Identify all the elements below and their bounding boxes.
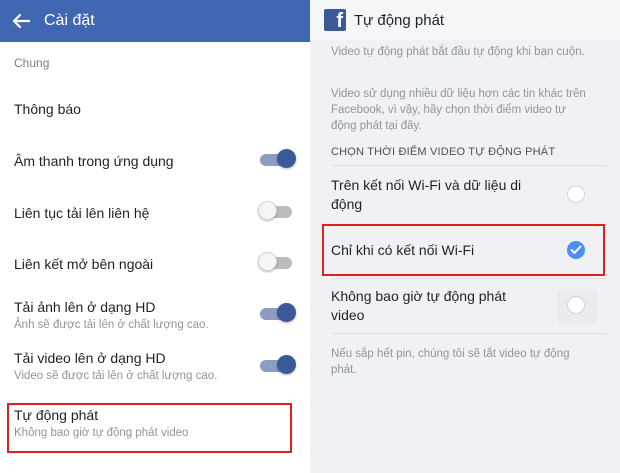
external-links-toggle[interactable] (258, 252, 294, 271)
setting-in-app-sound[interactable]: Âm thanh trong ứng dụng (14, 153, 296, 169)
setting-title: Tải ảnh lên ở dạng HD (14, 299, 156, 315)
setting-title: Âm thanh trong ứng dụng (14, 153, 174, 169)
divider (331, 278, 606, 279)
in-app-sound-toggle[interactable] (260, 149, 296, 168)
upload-photos-hd-toggle[interactable] (260, 303, 296, 322)
setting-notifications[interactable]: Thông báo (14, 101, 296, 117)
setting-upload-photos-hd[interactable]: Tải ảnh lên ở dạng HD Ảnh sẽ được tải lê… (14, 299, 296, 331)
upload-videos-hd-toggle[interactable] (260, 355, 296, 374)
option-never-autoplay[interactable]: Không bao giờ tự động phát video (331, 287, 531, 325)
highlight-box-autoplay (7, 403, 292, 453)
option-wifi-and-mobile[interactable]: Trên kết nối Wi-Fi và dữ liệu di động (331, 176, 531, 214)
setting-title: Thông báo (14, 101, 81, 117)
autoplay-title: Tự động phát (354, 11, 445, 29)
setting-upload-videos-hd[interactable]: Tải video lên ở dạng HD Video sẽ được tả… (14, 350, 296, 382)
radio-never-autoplay[interactable] (567, 296, 585, 314)
autoplay-panel: f Tự động phát Video tự động phát bắt đầ… (310, 0, 620, 473)
settings-title: Cài đặt (44, 12, 95, 29)
data-usage-description: Video sử dụng nhiều dữ liệu hơn các tin … (331, 88, 586, 132)
settings-header: Cài đặt (0, 0, 310, 42)
settings-panel: Cài đặt Chung Thông báo Âm thanh trong ứ… (0, 0, 310, 473)
autoplay-header: f Tự động phát (310, 0, 620, 40)
radio-wifi-and-mobile[interactable] (567, 185, 585, 203)
setting-subtitle: Ảnh sẽ được tải lên ở chất lượng cao. (14, 319, 209, 331)
battery-note: Nếu sắp hết pin, chúng tôi sẽ tắt video … (331, 348, 570, 376)
section-label-general: Chung (14, 56, 50, 70)
setting-continuous-contacts-upload[interactable]: Liên tục tải lên liên hệ (14, 205, 296, 221)
facebook-logo-icon: f (324, 9, 346, 31)
setting-external-links[interactable]: Liên kết mở bên ngoài (14, 256, 296, 272)
setting-subtitle: Video sẽ được tải lên ở chất lượng cao. (14, 370, 218, 382)
setting-title: Liên kết mở bên ngoài (14, 256, 154, 272)
options-section-label: CHỌN THỜI ĐIỂM VIDEO TỰ ĐỘNG PHÁT (331, 146, 556, 158)
divider (331, 333, 606, 334)
autoplay-description: Video tự động phát bắt đầu tự động khi b… (331, 46, 585, 58)
setting-title: Liên tục tải lên liên hệ (14, 205, 150, 221)
setting-title: Tải video lên ở dạng HD (14, 350, 166, 366)
highlight-box-wifi-only (322, 224, 605, 276)
contacts-upload-toggle[interactable] (258, 201, 294, 220)
back-arrow-icon[interactable] (10, 10, 32, 32)
divider (331, 165, 606, 166)
